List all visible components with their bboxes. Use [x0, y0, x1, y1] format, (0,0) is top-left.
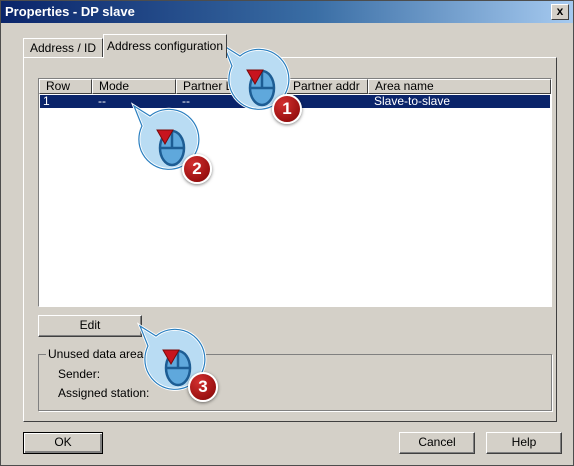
column-header-mode[interactable]: Mode: [92, 79, 176, 94]
edit-button[interactable]: Edit: [38, 315, 142, 337]
tab-address-configuration[interactable]: Address configuration: [103, 34, 227, 58]
column-header-row[interactable]: Row: [39, 79, 92, 94]
sender-label: Sender:: [58, 367, 101, 381]
unused-data-area-group: [38, 354, 552, 411]
callout-2: 2: [128, 102, 212, 184]
tab-address-id[interactable]: Address / ID: [23, 38, 103, 58]
close-button[interactable]: x: [551, 4, 569, 20]
callout-1: 1: [218, 42, 302, 124]
unused-data-area-title: Unused data area: [46, 347, 146, 361]
callout-3: 3: [134, 322, 218, 402]
title-bar[interactable]: Properties - DP slave x: [1, 1, 573, 23]
cell-area-name: Slave-to-slave: [374, 95, 451, 107]
column-header-partner-addr[interactable]: Partner addr: [286, 79, 368, 94]
window-title: Properties - DP slave: [5, 4, 135, 19]
help-button[interactable]: Help: [486, 432, 562, 454]
cancel-button[interactable]: Cancel: [399, 432, 475, 454]
cell-row: 1: [43, 95, 50, 107]
callout-3-badge: 3: [188, 372, 218, 402]
callout-1-badge: 1: [272, 94, 302, 124]
callout-2-badge: 2: [182, 154, 212, 184]
ok-button[interactable]: OK: [23, 432, 103, 454]
column-header-area-name[interactable]: Area name: [368, 79, 551, 94]
cell-mode: --: [98, 95, 106, 107]
